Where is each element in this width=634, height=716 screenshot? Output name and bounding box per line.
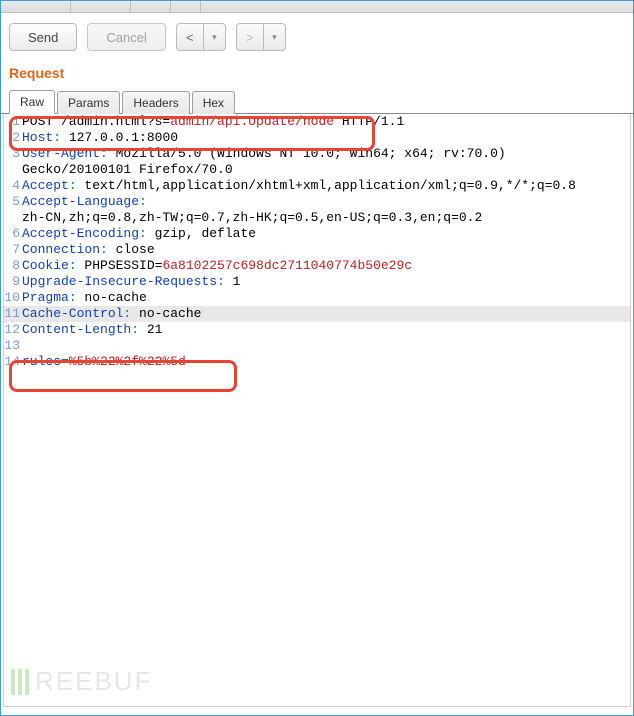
line-content: Accept: text/html,application/xhtml+xml,… xyxy=(22,178,630,194)
line-content: Content-Length: 21 xyxy=(22,322,630,338)
request-line[interactable]: 5Accept-Language: xyxy=(4,194,630,210)
line-number: 14 xyxy=(4,354,22,370)
request-line[interactable]: 10Pragma: no-cache xyxy=(4,290,630,306)
line-content: POST /admin.html?s=admin/api.Update/node… xyxy=(22,114,630,130)
line-number: 6 xyxy=(4,226,22,242)
strip-seg xyxy=(71,1,131,12)
line-number: 7 xyxy=(4,242,22,258)
line-number: 2 xyxy=(4,130,22,146)
history-forward-button: > xyxy=(236,23,264,51)
history-forward-group: > ▾ xyxy=(236,23,286,51)
history-back-group: < ▾ xyxy=(176,23,226,51)
line-number: 3 xyxy=(4,146,22,162)
chevron-left-icon: < xyxy=(186,30,194,45)
request-line[interactable]: 9Upgrade-Insecure-Requests: 1 xyxy=(4,274,630,290)
request-line[interactable]: 7Connection: close xyxy=(4,242,630,258)
request-line[interactable]: 1POST /admin.html?s=admin/api.Update/nod… xyxy=(4,114,630,130)
request-line[interactable]: 11Cache-Control: no-cache xyxy=(4,306,630,322)
strip-seg xyxy=(131,1,171,12)
request-line[interactable]: 8Cookie: PHPSESSID=6a8102257c698dc271104… xyxy=(4,258,630,274)
line-content: rules=%5b%22%2f%22%5d xyxy=(22,354,630,370)
request-line[interactable]: 14rules=%5b%22%2f%22%5d xyxy=(4,354,630,370)
request-section-label: Request xyxy=(1,61,633,89)
line-content: User-Agent: Mozilla/5.0 (Windows NT 10.0… xyxy=(22,146,630,162)
request-line[interactable]: 12Content-Length: 21 xyxy=(4,322,630,338)
request-line[interactable]: 6Accept-Encoding: gzip, deflate xyxy=(4,226,630,242)
strip-seg xyxy=(1,1,71,12)
tab-params[interactable]: Params xyxy=(57,91,120,114)
line-number: 13 xyxy=(4,338,22,354)
line-number: 5 xyxy=(4,194,22,210)
send-button[interactable]: Send xyxy=(9,23,77,51)
top-toolbar-strip xyxy=(1,1,633,13)
line-content xyxy=(22,338,630,354)
request-line[interactable]: zh-CN,zh;q=0.8,zh-TW;q=0.7,zh-HK;q=0.5,e… xyxy=(4,210,630,226)
tab-hex[interactable]: Hex xyxy=(192,91,235,114)
request-line[interactable]: 13 xyxy=(4,338,630,354)
cancel-button: Cancel xyxy=(87,23,165,51)
chevron-down-icon: ▾ xyxy=(212,32,217,43)
request-text-area[interactable]: 1POST /admin.html?s=admin/api.Update/nod… xyxy=(3,114,631,707)
line-content: Host: 127.0.0.1:8000 xyxy=(22,130,630,146)
chevron-right-icon: > xyxy=(246,30,254,45)
tab-headers[interactable]: Headers xyxy=(122,91,189,114)
line-content: Cache-Control: no-cache xyxy=(22,306,630,322)
request-line[interactable]: Gecko/20100101 Firefox/70.0 xyxy=(4,162,630,178)
request-tabs: Raw Params Headers Hex xyxy=(1,89,633,114)
line-number xyxy=(4,210,22,226)
request-line[interactable]: 3User-Agent: Mozilla/5.0 (Windows NT 10.… xyxy=(4,146,630,162)
tab-raw[interactable]: Raw xyxy=(9,90,55,114)
line-content: Pragma: no-cache xyxy=(22,290,630,306)
request-line[interactable]: 4Accept: text/html,application/xhtml+xml… xyxy=(4,178,630,194)
line-content: Cookie: PHPSESSID=6a8102257c698dc2711040… xyxy=(22,258,630,274)
history-back-dropdown[interactable]: ▾ xyxy=(204,23,226,51)
action-toolbar: Send Cancel < ▾ > ▾ xyxy=(1,13,633,61)
line-number: 12 xyxy=(4,322,22,338)
line-content: zh-CN,zh;q=0.8,zh-TW;q=0.7,zh-HK;q=0.5,e… xyxy=(22,210,630,226)
history-back-button[interactable]: < xyxy=(176,23,204,51)
line-number: 9 xyxy=(4,274,22,290)
line-number xyxy=(4,162,22,178)
line-number: 1 xyxy=(4,114,22,130)
line-content: Accept-Encoding: gzip, deflate xyxy=(22,226,630,242)
line-content: Gecko/20100101 Firefox/70.0 xyxy=(22,162,630,178)
line-content: Connection: close xyxy=(22,242,630,258)
line-number: 11 xyxy=(4,306,22,322)
line-content: Upgrade-Insecure-Requests: 1 xyxy=(22,274,630,290)
line-number: 10 xyxy=(4,290,22,306)
line-number: 4 xyxy=(4,178,22,194)
request-line[interactable]: 2Host: 127.0.0.1:8000 xyxy=(4,130,630,146)
line-number: 8 xyxy=(4,258,22,274)
history-forward-dropdown[interactable]: ▾ xyxy=(264,23,286,51)
line-content: Accept-Language: xyxy=(22,194,630,210)
strip-seg xyxy=(171,1,201,12)
chevron-down-icon: ▾ xyxy=(272,32,277,43)
